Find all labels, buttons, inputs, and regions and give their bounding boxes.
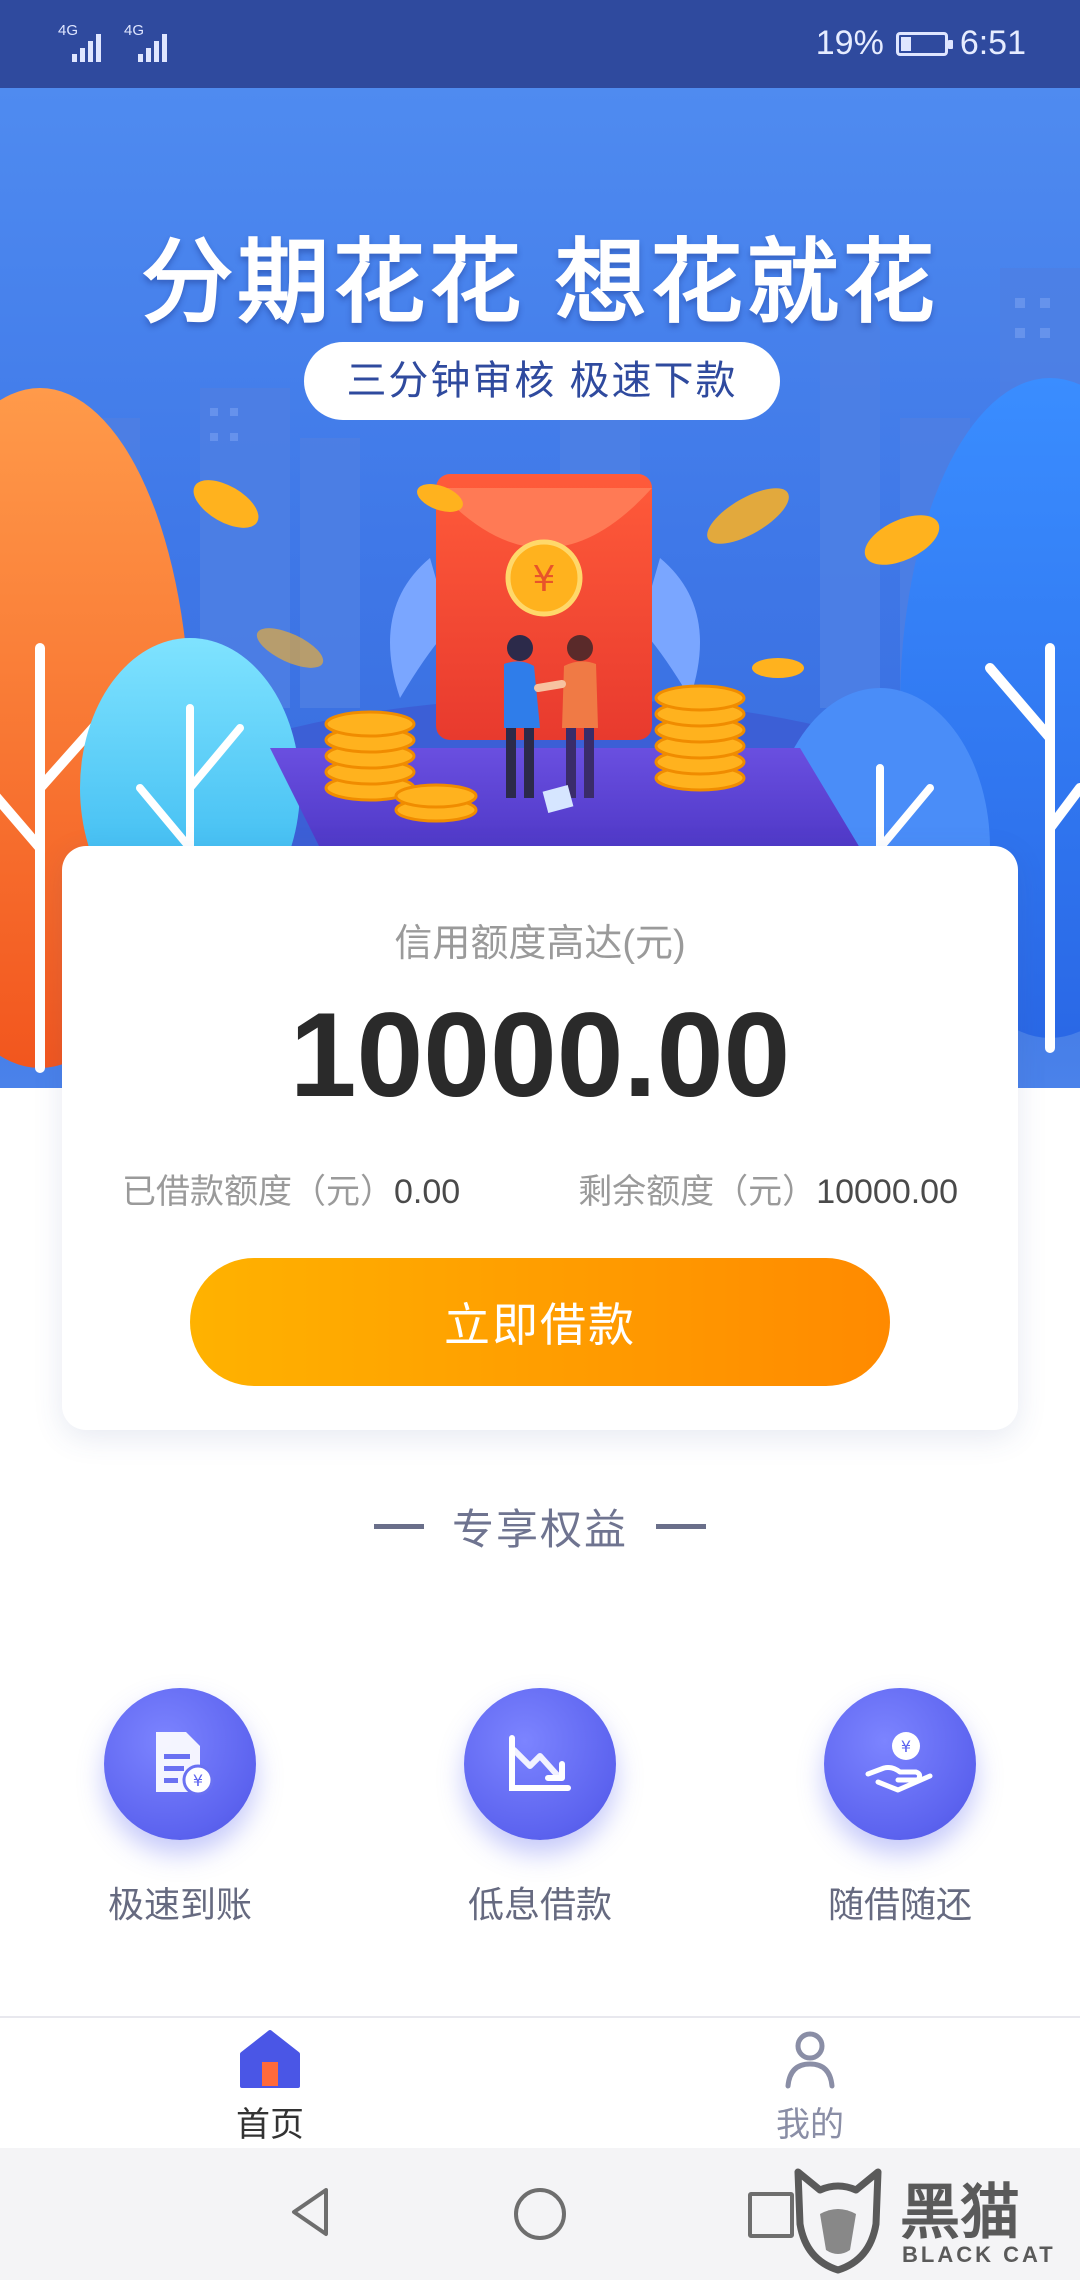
hand-coin-icon: ¥: [865, 1732, 933, 1793]
tab-home[interactable]: 首页: [150, 2028, 390, 2146]
tab-home-label: 首页: [236, 2106, 304, 2144]
benefit-fast-payout[interactable]: ¥ 极速到账: [50, 1688, 310, 1928]
clock: 6:51: [959, 24, 1026, 62]
status-bar: 4G 4G 19% 6:51: [0, 0, 1080, 88]
home-icon: [240, 2030, 300, 2088]
battery-icon: [895, 31, 953, 56]
document-yuan-icon: ¥: [156, 1732, 214, 1796]
svg-text:¥: ¥: [193, 1771, 203, 1790]
system-navigation-bar: 黑猫 BLACK CAT: [0, 2148, 1080, 2280]
benefit-label: 随借随还: [827, 1884, 972, 1925]
battery-percent: 19%: [815, 24, 884, 62]
remaining-amount: 剩余额度（元）10000.00: [578, 1173, 958, 1211]
svg-text:¥: ¥: [901, 1737, 911, 1756]
trend-down-icon: [509, 1735, 571, 1791]
home-button-icon[interactable]: [514, 2188, 566, 2240]
credit-card: 信用额度高达(元) 10000.00 已借款额度（元）0.00 剩余额度（元）1…: [62, 846, 1018, 1430]
recent-apps-icon[interactable]: [748, 2192, 794, 2238]
credit-limit-amount: 10000.00: [289, 988, 791, 1122]
benefit-flexible-repay[interactable]: ¥ 随借随还: [770, 1688, 1030, 1928]
envelope-yuan-symbol: ¥: [533, 559, 556, 600]
tab-mine[interactable]: 我的: [690, 2028, 930, 2146]
benefit-low-interest[interactable]: 低息借款: [410, 1688, 670, 1928]
person-icon: [785, 2031, 835, 2089]
black-cat-logo-icon: [794, 2168, 882, 2274]
banner-subtitle: 三分钟审核 极速下款: [304, 342, 780, 420]
divider: [373, 1524, 424, 1529]
back-icon[interactable]: [288, 2186, 332, 2238]
borrowed-amount: 已借款额度（元）0.00: [122, 1173, 461, 1211]
bottom-navigation: 首页 我的: [0, 2016, 1080, 2148]
benefit-label: 低息借款: [467, 1884, 612, 1925]
borrow-now-button[interactable]: 立即借款: [190, 1258, 890, 1386]
divider: [656, 1524, 706, 1529]
benefits-section-title: 专享权益: [0, 1496, 1080, 1557]
credit-limit-label: 信用额度高达(元): [394, 923, 686, 965]
banner-headline: 分期花花 想花就花: [141, 232, 939, 334]
watermark: 黑猫 BLACK CAT: [790, 2164, 1070, 2274]
tab-mine-label: 我的: [776, 2106, 844, 2144]
benefit-label: 极速到账: [107, 1884, 252, 1925]
